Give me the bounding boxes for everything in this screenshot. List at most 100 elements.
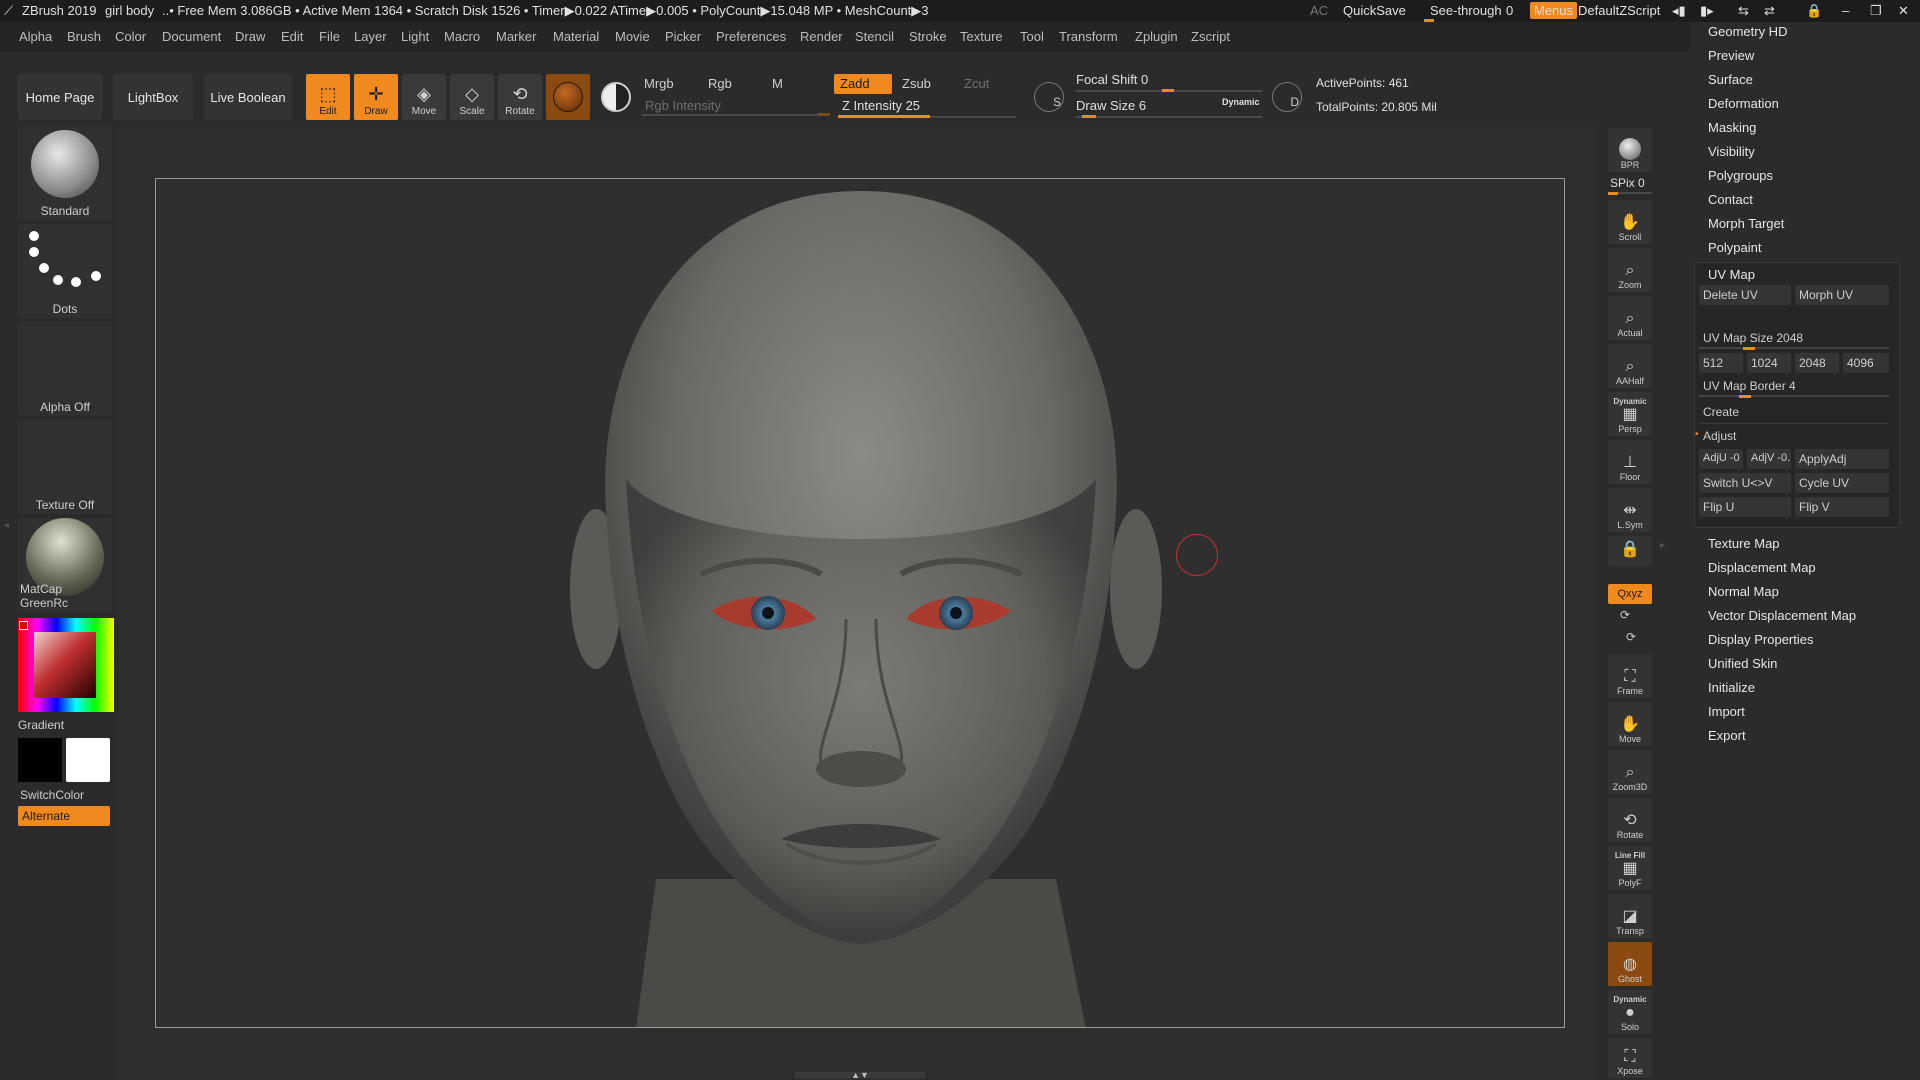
rgb-intensity-slider[interactable]: Rgb Intensity (645, 98, 721, 113)
uv-size-512-button[interactable]: 512 (1699, 353, 1743, 373)
texture-thumbnail[interactable]: Texture Off (18, 420, 112, 514)
left-tray-toggle-icon[interactable]: ◂ (4, 520, 10, 580)
ui-scale-icon[interactable]: ▮▸ (1700, 3, 1714, 19)
flip-v-button[interactable]: Flip V (1795, 497, 1889, 517)
scale-button[interactable]: ◇ Scale (450, 74, 494, 120)
uv-size-4096-button[interactable]: 4096 (1843, 353, 1889, 373)
actual-button[interactable]: ⌕ Actual (1608, 296, 1652, 340)
alternate-button[interactable]: Alternate (18, 806, 110, 826)
export-item[interactable]: Export (1708, 728, 1746, 743)
zoom-button[interactable]: ⌕ Zoom (1608, 248, 1652, 292)
rotate-view-button[interactable]: ⟲ Rotate (1608, 798, 1652, 842)
uv-map-size-slider[interactable]: UV Map Size 2048 (1703, 331, 1803, 345)
uv-size-2048-button[interactable]: 2048 (1795, 353, 1839, 373)
menu-tool[interactable]: Tool (1020, 29, 1044, 44)
zadd-button[interactable]: Zadd (834, 74, 892, 94)
solo-button[interactable]: Dynamic ● Solo (1608, 990, 1652, 1034)
menu-color[interactable]: Color (115, 29, 146, 44)
color-picker[interactable] (18, 618, 114, 712)
cycle-uv-button[interactable]: Cycle UV (1795, 473, 1889, 493)
minimize-icon[interactable]: – (1842, 3, 1849, 18)
unified-skin-item[interactable]: Unified Skin (1708, 656, 1777, 671)
flip-u-button[interactable]: Flip U (1699, 497, 1791, 517)
brush-thumbnail[interactable]: Standard (18, 126, 112, 220)
rotate-button[interactable]: ⟲ Rotate (498, 74, 542, 120)
deformation-item[interactable]: Deformation (1708, 96, 1779, 111)
displacement-map-item[interactable]: Displacement Map (1708, 560, 1816, 575)
rotate-y-icon[interactable]: ⟳ (1620, 608, 1630, 622)
mrgb-button[interactable]: Mrgb (638, 74, 680, 94)
polypaint-item[interactable]: Polypaint (1708, 240, 1761, 255)
document-canvas[interactable] (155, 178, 1565, 1028)
preview-item[interactable]: Preview (1708, 48, 1754, 63)
ac-label[interactable]: AC (1310, 3, 1328, 18)
menu-transform[interactable]: Transform (1059, 29, 1118, 44)
right-tray-toggle-icon[interactable]: ▸ (1660, 540, 1670, 580)
menu-stencil[interactable]: Stencil (855, 29, 894, 44)
menu-movie[interactable]: Movie (615, 29, 650, 44)
lsym-button[interactable]: ⇹ L.Sym (1608, 488, 1652, 532)
uv-map-border-slider[interactable]: UV Map Border 4 (1703, 379, 1796, 393)
initialize-item[interactable]: Initialize (1708, 680, 1755, 695)
menu-zplugin[interactable]: Zplugin (1135, 29, 1178, 44)
close-icon[interactable]: ✕ (1898, 3, 1909, 19)
layout-icon[interactable]: ◂▮ (1672, 3, 1686, 19)
menu-material[interactable]: Material (553, 29, 599, 44)
adju-slider[interactable]: AdjU -0 (1699, 449, 1743, 469)
visibility-item[interactable]: Visibility (1708, 144, 1755, 159)
default-zscript-button[interactable]: DefaultZScript (1578, 3, 1660, 18)
persp-button[interactable]: Dynamic ▦ Persp (1608, 392, 1652, 436)
menu-texture[interactable]: Texture (960, 29, 1003, 44)
uv-size-1024-button[interactable]: 1024 (1747, 353, 1791, 373)
bottom-tray-toggle-icon[interactable]: ▲▼ (795, 1071, 925, 1080)
lazy-mouse-d-button[interactable]: D (1272, 82, 1302, 112)
draw-button[interactable]: ✛ Draw (354, 74, 398, 120)
geometry-hd-item[interactable]: Geometry HD (1708, 24, 1787, 39)
dynamic-button[interactable]: Dynamic (1222, 97, 1260, 107)
floor-button[interactable]: ⊥ Floor (1608, 440, 1652, 484)
adjv-slider[interactable]: AdjV -0. (1747, 449, 1791, 469)
adjust-subpanel[interactable]: Adjust (1703, 429, 1736, 443)
menu-marker[interactable]: Marker (496, 29, 536, 44)
contact-item[interactable]: Contact (1708, 192, 1753, 207)
switch-uv-button[interactable]: Switch U<>V (1699, 473, 1791, 493)
menu-macro[interactable]: Macro (444, 29, 480, 44)
scroll-button[interactable]: ✋ Scroll (1608, 200, 1652, 244)
transp-button[interactable]: ◪ Transp (1608, 894, 1652, 938)
menu-stroke[interactable]: Stroke (909, 29, 947, 44)
lazy-mouse-s-button[interactable]: S (1034, 82, 1064, 112)
swap-icon[interactable]: ⇆ (1738, 3, 1749, 19)
delete-uv-button[interactable]: Delete UV (1699, 285, 1791, 305)
texture-map-item[interactable]: Texture Map (1708, 536, 1780, 551)
menu-picker[interactable]: Picker (665, 29, 701, 44)
aahalf-button[interactable]: ⌕ AAHalf (1608, 344, 1652, 388)
masking-item[interactable]: Masking (1708, 120, 1756, 135)
spix-slider[interactable]: SPix 0 (1610, 176, 1645, 190)
swap2-icon[interactable]: ⇄ (1764, 3, 1775, 19)
menus-button[interactable]: Menus (1530, 2, 1578, 19)
lock-axis-button[interactable]: 🔒 (1608, 536, 1652, 566)
rgb-button[interactable]: Rgb (702, 74, 738, 94)
uv-map-title[interactable]: UV Map (1708, 267, 1755, 282)
menu-draw[interactable]: Draw (235, 29, 265, 44)
draw-size-slider[interactable]: Draw Size 6 (1076, 98, 1146, 113)
restore-icon[interactable]: ❐ (1870, 3, 1882, 19)
zcut-button[interactable]: Zcut (958, 74, 995, 94)
applyadj-button[interactable]: ApplyAdj (1795, 449, 1889, 469)
vector-displacement-map-item[interactable]: Vector Displacement Map (1708, 608, 1856, 623)
home-page-button[interactable]: Home Page (18, 74, 102, 120)
menu-preferences[interactable]: Preferences (716, 29, 786, 44)
rotate-z-icon[interactable]: ⟳ (1626, 630, 1636, 644)
stroke-thumbnail[interactable]: Dots (18, 224, 112, 318)
m-button[interactable]: M (766, 74, 789, 94)
menu-light[interactable]: Light (401, 29, 429, 44)
import-item[interactable]: Import (1708, 704, 1745, 719)
see-through-slider[interactable]: See-through 0 (1424, 2, 1514, 22)
move-button[interactable]: ◈ Move (402, 74, 446, 120)
menu-file[interactable]: File (319, 29, 340, 44)
lock-icon[interactable]: 🔒 (1806, 3, 1822, 19)
focal-shift-slider[interactable]: Focal Shift 0 (1076, 72, 1148, 87)
alpha-thumbnail[interactable]: Alpha Off (18, 322, 112, 416)
xpose-button[interactable]: ⛶ Xpose (1608, 1038, 1652, 1078)
bpr-button[interactable]: BPR (1608, 128, 1652, 172)
